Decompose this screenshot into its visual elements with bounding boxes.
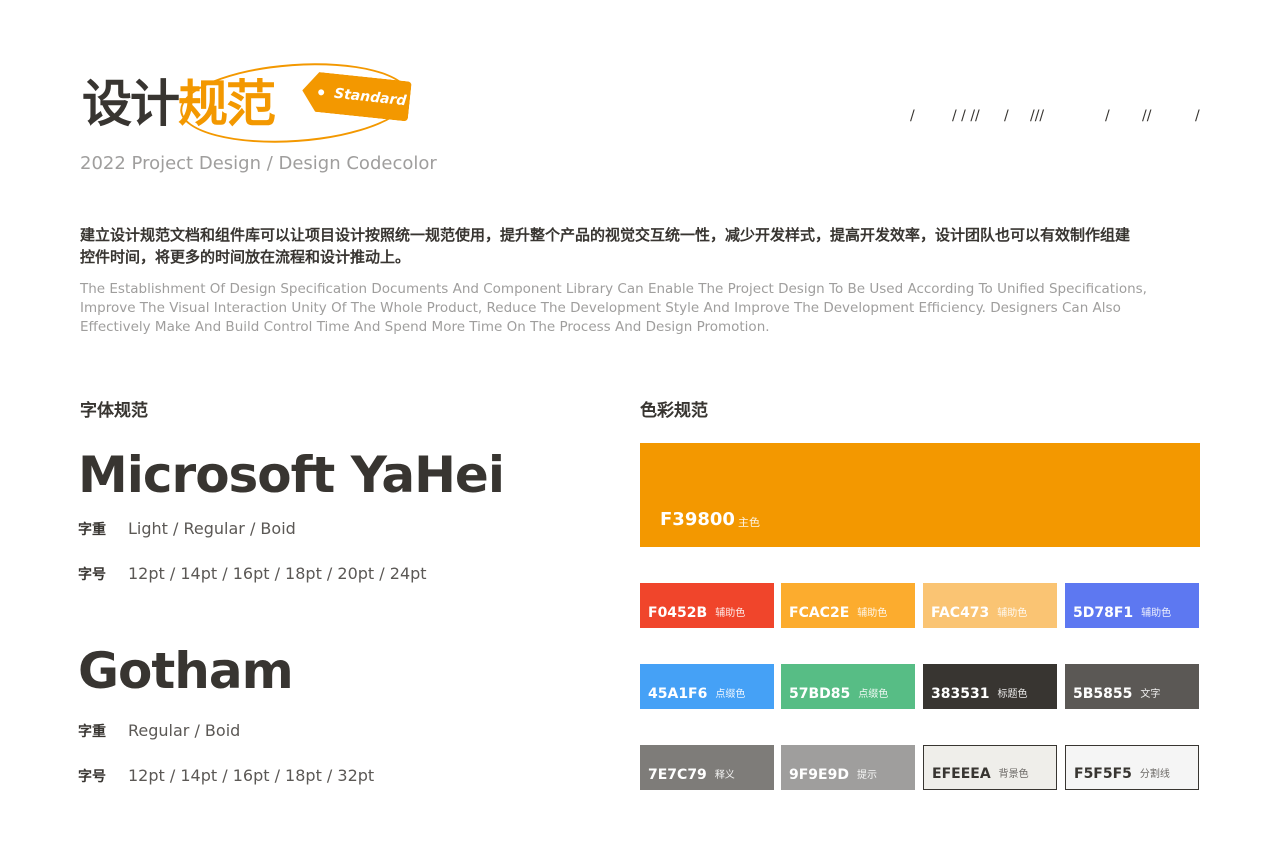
size-label: 字号 — [78, 566, 106, 583]
color-role: 辅助色 — [857, 608, 888, 619]
weight-label: 字重 — [78, 723, 106, 740]
color-swatch: FAC473 辅助色 — [923, 583, 1057, 628]
slash-mark: / / // — [952, 108, 980, 124]
slash-mark: /// — [1030, 108, 1045, 124]
weight-values: Regular / Boid — [128, 721, 241, 740]
size-values: 12pt / 14pt / 16pt / 18pt / 20pt / 24pt — [128, 564, 427, 583]
intro-english: The Establishment Of Design Specificatio… — [80, 281, 1147, 335]
color-swatch: EFEEEA 背景色 — [923, 745, 1057, 790]
color-hex: 383531 — [931, 686, 990, 702]
color-hex: FCAC2E — [789, 605, 850, 621]
weight-values: Light / Regular / Boid — [128, 519, 296, 538]
primary-color-swatch: F39800 主色 — [640, 443, 1200, 547]
slash-mark: // — [1142, 108, 1152, 124]
color-hex: F39800 — [660, 509, 735, 530]
color-role: 辅助色 — [715, 608, 746, 619]
color-hex: EFEEEA — [932, 766, 991, 782]
color-role: 分割线 — [1139, 769, 1170, 780]
color-swatch: FCAC2E 辅助色 — [781, 583, 915, 628]
font-name-yahei: Microsoft YaHei — [78, 446, 505, 504]
font-weight-row: 字重 Light / Regular / Boid — [78, 518, 296, 542]
color-role: 文字 — [1140, 689, 1161, 700]
color-hex: F0452B — [648, 605, 708, 621]
slash-mark: / — [1195, 108, 1200, 124]
color-hex: F5F5F5 — [1074, 766, 1132, 782]
color-swatch: 45A1F6 点缀色 — [640, 664, 774, 709]
slash-mark: / — [1004, 108, 1009, 124]
color-hex: 45A1F6 — [648, 686, 708, 702]
color-hex: 7E7C79 — [648, 767, 707, 783]
title-text: 设计规范 — [82, 74, 276, 134]
title-part-2: 规范 — [178, 75, 276, 133]
title-part-1: 设计 — [82, 75, 180, 133]
page-subtitle: 2022 Project Design / Design Codecolor — [80, 153, 437, 174]
color-role: 背景色 — [998, 769, 1029, 780]
color-hex: FAC473 — [931, 605, 990, 621]
color-section-title: 色彩规范 — [640, 401, 708, 421]
color-role: 辅助色 — [1141, 608, 1172, 619]
font-weight-row: 字重 Regular / Boid — [78, 720, 240, 744]
color-swatch: F0452B 辅助色 — [640, 583, 774, 628]
color-role: 释义 — [714, 770, 735, 781]
color-swatch: 5D78F1 辅助色 — [1065, 583, 1199, 628]
size-label: 字号 — [78, 768, 106, 785]
tag-hole-icon — [318, 89, 325, 96]
color-hex: 5D78F1 — [1073, 605, 1134, 621]
font-section-title: 字体规范 — [80, 401, 148, 421]
page-title: 设计规范 Standard — [80, 56, 420, 152]
font-name-gotham: Gotham — [78, 642, 294, 700]
color-role: 点缀色 — [858, 689, 889, 700]
tag-label: Standard — [333, 85, 408, 110]
color-swatch: F5F5F5 分割线 — [1065, 745, 1199, 790]
color-role: 点缀色 — [715, 689, 746, 700]
slash-decoration: / / / // / /// / // / — [880, 108, 1200, 128]
color-hex: 9F9E9D — [789, 767, 849, 783]
color-swatch: 5B5855 文字 — [1065, 664, 1199, 709]
color-hex: 5B5855 — [1073, 686, 1133, 702]
slash-mark: / — [910, 108, 915, 124]
color-swatch: 383531 标题色 — [923, 664, 1057, 709]
color-hex: 57BD85 — [789, 686, 851, 702]
weight-label: 字重 — [78, 521, 106, 538]
color-role: 提示 — [856, 770, 877, 781]
color-swatch: 9F9E9D 提示 — [781, 745, 915, 790]
color-swatch: 57BD85 点缀色 — [781, 664, 915, 709]
size-values: 12pt / 14pt / 16pt / 18pt / 32pt — [128, 766, 375, 785]
intro-chinese: 建立设计规范文档和组件库可以让项目设计按照统一规范使用，提升整个产品的视觉交互统… — [80, 226, 1131, 266]
font-size-row: 字号 12pt / 14pt / 16pt / 18pt / 32pt — [78, 765, 374, 789]
font-size-row: 字号 12pt / 14pt / 16pt / 18pt / 20pt / 24p… — [78, 563, 427, 587]
color-role: 辅助色 — [997, 608, 1028, 619]
color-role: 主色 — [738, 516, 760, 529]
slash-mark: / — [1105, 108, 1110, 124]
color-swatch: 7E7C79 释义 — [640, 745, 774, 790]
color-role: 标题色 — [997, 689, 1028, 700]
